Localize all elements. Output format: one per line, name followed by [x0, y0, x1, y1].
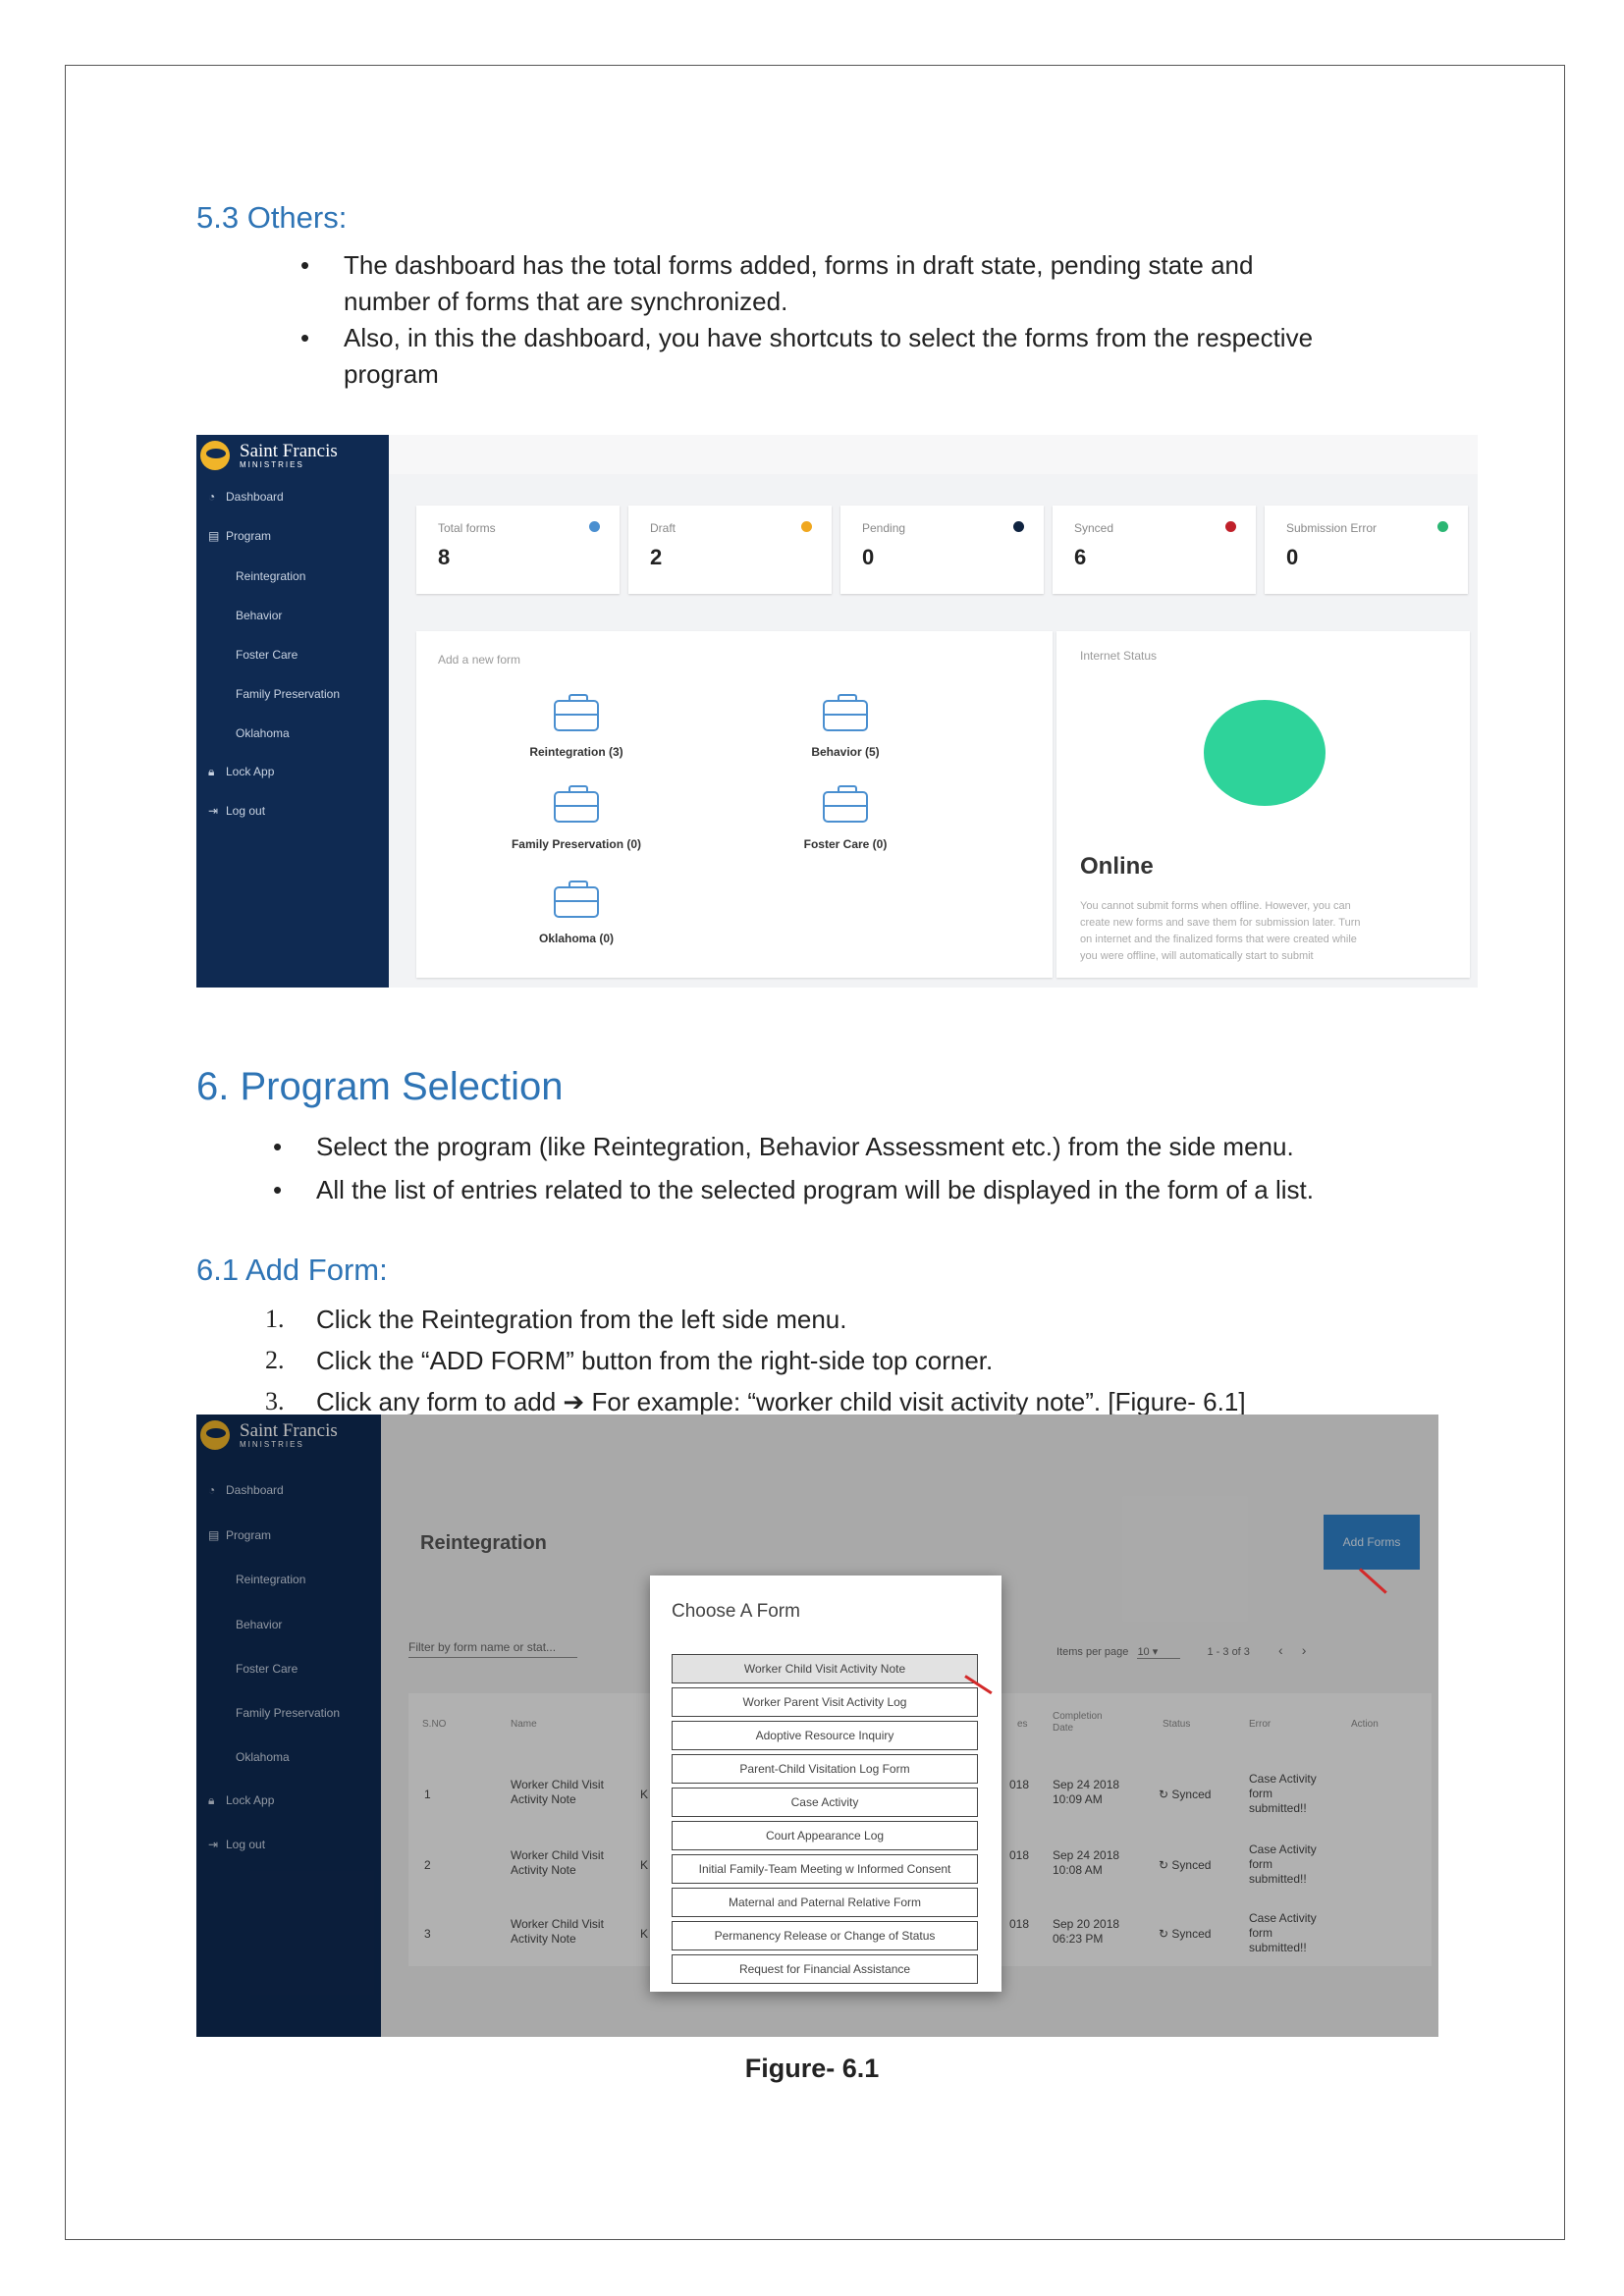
stat-card-pending: Pending 0 — [840, 506, 1044, 594]
panel-title: Add a new form — [438, 653, 521, 667]
logo-name: Saint Francis — [240, 441, 338, 461]
online-indicator — [1204, 700, 1326, 806]
stat-card-total: Total forms 8 — [416, 506, 620, 594]
gauge-icon: ◔ — [208, 490, 216, 504]
bullet-item-cont: number of forms that are synchronized. — [344, 287, 788, 316]
status-dot — [1225, 521, 1236, 532]
form-option[interactable]: Request for Financial Assistance — [672, 1954, 978, 1984]
nav-reintegration[interactable]: Reintegration — [236, 569, 305, 583]
reintegration-screenshot: Saint Francis MINISTRIES ◔ Dashboard ▤ Pro… — [196, 1415, 1438, 2037]
bullet-item: • All the list of entries related to the … — [273, 1175, 1314, 1204]
dialog-title: Choose A Form — [672, 1601, 800, 1622]
form-option[interactable]: Court Appearance Log — [672, 1821, 978, 1850]
form-option[interactable]: Permanency Release or Change of Status — [672, 1921, 978, 1950]
status-dot — [801, 521, 812, 532]
form-shortcut-foster-care[interactable]: Foster Care (0) — [747, 837, 944, 851]
logo-mark-icon — [200, 441, 230, 470]
briefcase-icon[interactable] — [554, 694, 599, 731]
stat-card-submission-error: Submission Error 0 — [1265, 506, 1468, 594]
panel-title: Internet Status — [1080, 649, 1158, 663]
status-dot — [1013, 521, 1024, 532]
sidebar: Saint Francis MINISTRIES ◔ Dashboard ▤ Pro… — [196, 435, 389, 988]
section-6-1-steps: 1. Click the Reintegration from the left … — [265, 1299, 1246, 1422]
nav-family-preservation[interactable]: Family Preservation — [236, 687, 340, 701]
figure-caption: Figure- 6.1 — [744, 2054, 880, 2083]
logo-sub: MINISTRIES — [240, 460, 304, 469]
online-status-text: Online — [1080, 853, 1154, 880]
bullet-item: • Also, in this the dashboard, you have s… — [300, 323, 1314, 352]
choose-form-dialog: Choose A Form Worker Child Visit Activit… — [650, 1575, 1001, 1992]
add-form-panel: Add a new form Reintegration (3) Behavio… — [416, 631, 1053, 978]
dashboard-screenshot: Saint Francis MINISTRIES ◔ Dashboard ▤ Pro… — [196, 435, 1478, 988]
step-item: 1. Click the Reintegration from the left … — [265, 1305, 847, 1334]
logo: Saint Francis MINISTRIES — [200, 439, 377, 478]
online-description: You cannot submit forms when offline. Ho… — [1080, 900, 1361, 962]
form-option[interactable]: Maternal and Paternal Relative Form — [672, 1888, 978, 1917]
form-option[interactable]: Worker Child Visit Activity Note — [672, 1654, 978, 1683]
briefcase-icon[interactable] — [823, 694, 868, 731]
nav-program[interactable]: ▤ Program — [208, 529, 271, 543]
stat-card-draft: Draft 2 — [628, 506, 832, 594]
logout-icon: ⇥ — [208, 804, 219, 818]
section-heading-5-3: 5.3 Others: — [196, 200, 348, 235]
section-6-bullets: • Select the program (like Reintegration,… — [273, 1125, 1314, 1211]
nav-behavior[interactable]: Behavior — [236, 609, 282, 622]
briefcase-icon[interactable] — [823, 785, 868, 823]
step-item: 2. Click the “ADD FORM” button from the r… — [265, 1346, 994, 1375]
section-heading-6: 6. Program Selection — [196, 1065, 564, 1108]
section-5-3-bullets: • The dashboard has the total forms added… — [300, 247, 1314, 393]
nav-oklahoma[interactable]: Oklahoma — [236, 726, 290, 740]
top-bar — [389, 435, 1478, 474]
bullet-item-cont: program — [344, 359, 439, 389]
status-dot — [1437, 521, 1448, 532]
form-shortcut-oklahoma[interactable]: Oklahoma (0) — [478, 932, 675, 945]
form-option[interactable]: Adoptive Resource Inquiry — [672, 1721, 978, 1750]
status-dot — [589, 521, 600, 532]
briefcase-icon[interactable] — [554, 785, 599, 823]
form-shortcut-behavior[interactable]: Behavior (5) — [747, 745, 944, 759]
form-shortcut-family-preservation[interactable]: Family Preservation (0) — [478, 837, 675, 851]
form-shortcut-reintegration[interactable]: Reintegration (3) — [478, 745, 675, 759]
nav-log-out[interactable]: ⇥ Log out — [208, 804, 265, 818]
internet-status-panel: Internet Status Online You cannot submit… — [1056, 631, 1470, 978]
briefcase-icon[interactable] — [554, 881, 599, 918]
folder-icon: ▤ — [208, 529, 220, 543]
nav-foster-care[interactable]: Foster Care — [236, 648, 298, 662]
nav-dashboard[interactable]: ◔ Dashboard — [208, 490, 284, 504]
form-option[interactable]: Initial Family-Team Meeting w Informed C… — [672, 1854, 978, 1884]
form-option[interactable]: Case Activity — [672, 1788, 978, 1817]
stat-card-synced: Synced 6 — [1053, 506, 1256, 594]
bullet-item: • Select the program (like Reintegration,… — [273, 1132, 1294, 1161]
section-heading-6-1: 6.1 Add Form: — [196, 1253, 388, 1287]
lock-icon: 🔒︎ — [208, 765, 215, 778]
form-option[interactable]: Parent-Child Visitation Log Form — [672, 1754, 978, 1784]
nav-lock-app[interactable]: 🔒︎ Lock App — [208, 765, 274, 779]
bullet-item: • The dashboard has the total forms added… — [300, 250, 1254, 280]
form-option[interactable]: Worker Parent Visit Activity Log — [672, 1687, 978, 1717]
